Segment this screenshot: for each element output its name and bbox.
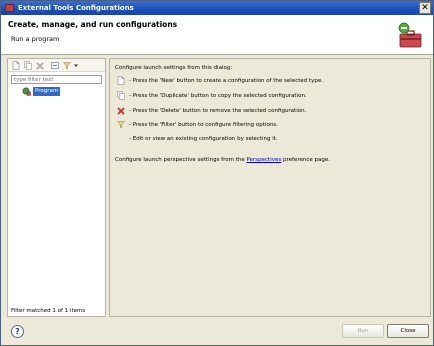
- configurations-pane: Program Filter matched 1 of 1 items: [7, 58, 106, 317]
- instruction-text: - Press the 'Delete' button to remove th…: [129, 108, 307, 114]
- delete-icon[interactable]: [36, 61, 44, 70]
- perspectives-link[interactable]: Perspectives: [247, 157, 282, 163]
- filter-icon: [117, 121, 125, 129]
- tree-item-label: Program: [33, 87, 61, 96]
- header-subtitle: Run a program: [11, 35, 60, 43]
- tree-item-program[interactable]: Program: [22, 87, 82, 96]
- instruction-text: - Edit or view an existing configuration…: [129, 136, 278, 142]
- window-title: External Tools Configurations: [18, 4, 134, 12]
- delete-icon: [117, 107, 125, 115]
- dropdown-arrow-icon[interactable]: [73, 61, 79, 70]
- filter-icon[interactable]: [63, 61, 71, 70]
- toolbox-icon: [398, 22, 422, 48]
- duplicate-icon: [117, 91, 125, 100]
- perspectives-text-after: preference page.: [281, 157, 330, 163]
- close-button[interactable]: Close: [387, 324, 429, 338]
- perspectives-text-before: Configure launch perspective settings fr…: [115, 157, 247, 163]
- duplicate-icon[interactable]: [24, 61, 32, 70]
- title-bar[interactable]: External Tools Configurations ✕: [1, 1, 433, 15]
- header-title: Create, manage, and run configurations: [8, 20, 178, 29]
- instructions-pane: Configure launch settings from this dial…: [109, 58, 431, 317]
- help-icon[interactable]: ?: [11, 325, 24, 338]
- collapse-all-icon[interactable]: [51, 61, 59, 70]
- app-icon: [5, 4, 14, 12]
- dialog-footer: ? Run Close: [1, 319, 433, 345]
- instruction-text: - Press the 'New' button to create a con…: [129, 78, 324, 84]
- filter-input[interactable]: [11, 75, 102, 84]
- instruction-text: - Press the 'Filter' button to configure…: [129, 122, 278, 128]
- dialog-window: External Tools Configurations ✕ Create, …: [0, 0, 434, 346]
- dialog-header: Create, manage, and run configurations R…: [1, 15, 433, 55]
- new-config-icon[interactable]: [12, 61, 20, 70]
- dialog-body: Program Filter matched 1 of 1 items Conf…: [1, 56, 433, 318]
- run-button[interactable]: Run: [342, 324, 384, 338]
- perspectives-line: Configure launch perspective settings fr…: [115, 157, 330, 163]
- new-config-icon: [117, 76, 125, 85]
- program-icon: [22, 87, 31, 96]
- filter-status: Filter matched 1 of 1 items: [11, 308, 86, 314]
- close-window-button[interactable]: ✕: [419, 2, 431, 14]
- instructions-intro: Configure launch settings from this dial…: [115, 65, 233, 71]
- instruction-text: - Press the 'Duplicate' button to copy t…: [129, 93, 307, 99]
- configurations-toolbar: [8, 59, 105, 72]
